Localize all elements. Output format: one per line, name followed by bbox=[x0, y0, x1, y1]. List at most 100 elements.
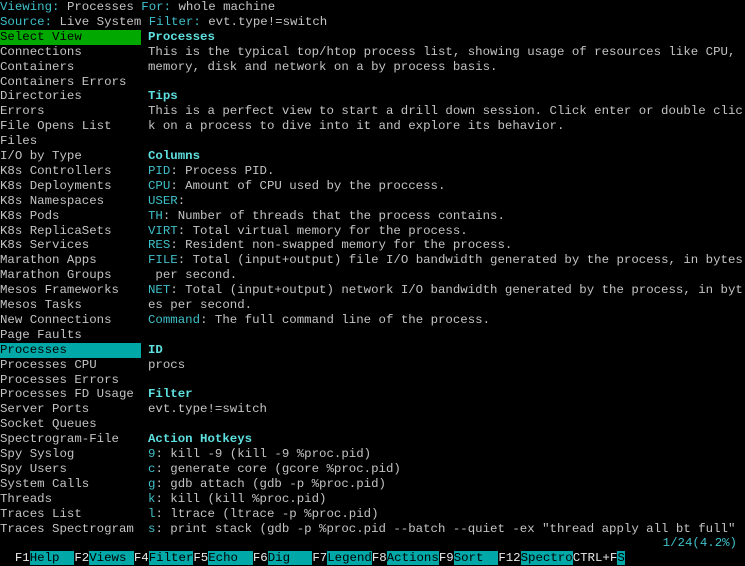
info-line: g: gdb attach (gdb -p %proc.pid) bbox=[148, 477, 386, 492]
info-key: VIRT bbox=[148, 223, 178, 238]
view-item-marathon-apps[interactable]: Marathon Apps bbox=[0, 253, 141, 268]
source-value: Live System bbox=[59, 14, 142, 29]
view-item-traces-list[interactable]: Traces List bbox=[0, 507, 141, 522]
info-line: c: generate core (gcore %proc.pid) bbox=[148, 462, 401, 477]
info-key: Command bbox=[148, 312, 201, 327]
view-item-system-calls[interactable]: System Calls bbox=[0, 477, 141, 492]
info-line: This is a perfect view to start a drill … bbox=[148, 104, 743, 119]
view-item-connections[interactable]: Connections bbox=[0, 45, 141, 60]
info-heading: Filter bbox=[148, 387, 193, 402]
view-item-traces-spectrogram[interactable]: Traces Spectrogram bbox=[0, 522, 141, 537]
info-key: CPU bbox=[148, 178, 171, 193]
info-text: : Total (input+output) network I/O bandw… bbox=[170, 283, 743, 298]
view-item-server-ports[interactable]: Server Ports bbox=[0, 402, 141, 417]
filter-label: Filter: bbox=[148, 14, 201, 29]
view-item-marathon-groups[interactable]: Marathon Groups bbox=[0, 268, 141, 283]
info-heading: ID bbox=[148, 342, 163, 357]
info-text: : Resident non-swapped memory for the pr… bbox=[170, 238, 513, 253]
fkey-key: F12 bbox=[498, 550, 521, 565]
fkey-dig-button[interactable]: F6Dig bbox=[252, 550, 313, 565]
fkey-key: CTRL+F bbox=[572, 550, 618, 565]
view-item-new-connections[interactable]: New Connections bbox=[0, 313, 141, 328]
info-line: per second. bbox=[148, 268, 237, 283]
fkey-key: F6 bbox=[252, 550, 268, 565]
info-line: k: kill (kill %proc.pid) bbox=[148, 492, 326, 507]
filter-value: evt.type!=switch bbox=[208, 14, 328, 29]
fkey-key: F9 bbox=[438, 550, 454, 565]
view-item-k8s-replicasets[interactable]: K8s ReplicaSets bbox=[0, 224, 141, 239]
view-item-processes-fd-usage[interactable]: Processes FD Usage bbox=[0, 387, 141, 402]
info-line: This is the typical top/htop process lis… bbox=[148, 45, 735, 60]
info-line: PID: Process PID. bbox=[148, 164, 274, 179]
view-item-containers[interactable]: Containers bbox=[0, 60, 141, 75]
view-item-mesos-tasks[interactable]: Mesos Tasks bbox=[0, 298, 141, 313]
fkey-sort-button[interactable]: F9Sort bbox=[438, 550, 499, 565]
fkey-label: Dig bbox=[267, 550, 313, 565]
info-text: : print stack (gdb -p %proc.pid --batch … bbox=[155, 521, 736, 536]
fkey-filter-button[interactable]: F4Filter bbox=[133, 550, 194, 565]
info-text: : kill (kill %proc.pid) bbox=[155, 491, 327, 506]
fkey-help-button[interactable]: F1Help bbox=[15, 550, 75, 565]
select-view-title: Select View bbox=[0, 29, 141, 45]
view-item-k8s-pods[interactable]: K8s Pods bbox=[0, 209, 141, 224]
view-item-spy-syslog[interactable]: Spy Syslog bbox=[0, 447, 141, 462]
view-item-page-faults[interactable]: Page Faults bbox=[0, 328, 141, 343]
info-text: : Amount of CPU used by the proccess. bbox=[170, 178, 446, 193]
view-item-processes-errors[interactable]: Processes Errors bbox=[0, 373, 141, 388]
info-key: PID bbox=[148, 163, 171, 178]
info-line: Command: The full command line of the pr… bbox=[148, 313, 490, 328]
fkey-legend-button[interactable]: F7Legend bbox=[312, 550, 372, 565]
info-line: s: print stack (gdb -p %proc.pid --batch… bbox=[148, 522, 735, 537]
info-key: USER bbox=[148, 193, 178, 208]
fkey-s-button[interactable]: CTRL+FS bbox=[572, 550, 625, 565]
view-item-i-o-by-type[interactable]: I/O by Type bbox=[0, 149, 141, 164]
fkey-views-button[interactable]: F2Views bbox=[74, 550, 134, 565]
info-text: : The full command line of the process. bbox=[200, 312, 491, 327]
view-item-processes[interactable]: Processes bbox=[0, 342, 141, 358]
view-item-files[interactable]: Files bbox=[0, 134, 141, 149]
view-item-spectrogram-file[interactable]: Spectrogram-File bbox=[0, 432, 141, 447]
info-text: : Total virtual memory for the process. bbox=[177, 223, 468, 238]
info-line: 9: kill -9 (kill -9 %proc.pid) bbox=[148, 447, 371, 462]
info-text: procs bbox=[148, 357, 186, 372]
info-text: : Process PID. bbox=[170, 163, 275, 178]
view-item-k8s-services[interactable]: K8s Services bbox=[0, 238, 141, 253]
info-line: VIRT: Total virtual memory for the proce… bbox=[148, 224, 468, 239]
view-item-spy-users[interactable]: Spy Users bbox=[0, 462, 141, 477]
info-text: : ltrace (ltrace -p %proc.pid) bbox=[155, 506, 379, 521]
view-item-file-opens-list[interactable]: File Opens List bbox=[0, 119, 141, 134]
fkey-label: Views bbox=[89, 550, 134, 565]
view-item-containers-errors[interactable]: Containers Errors bbox=[0, 75, 141, 90]
fkey-label: S bbox=[617, 550, 625, 565]
fkey-key: F2 bbox=[74, 550, 90, 565]
view-item-k8s-deployments[interactable]: K8s Deployments bbox=[0, 179, 141, 194]
info-line: NET: Total (input+output) network I/O ba… bbox=[148, 283, 743, 298]
info-line: l: ltrace (ltrace -p %proc.pid) bbox=[148, 507, 379, 522]
view-item-processes-cpu[interactable]: Processes CPU bbox=[0, 358, 141, 373]
info-line: TH: Number of threads that the process c… bbox=[148, 209, 505, 224]
view-item-k8s-namespaces[interactable]: K8s Namespaces bbox=[0, 194, 141, 209]
info-text: memory, disk and network on a by process… bbox=[148, 59, 498, 74]
fkey-label: Spectro bbox=[520, 550, 573, 565]
view-item-mesos-frameworks[interactable]: Mesos Frameworks bbox=[0, 283, 141, 298]
info-key: FILE bbox=[148, 253, 178, 268]
view-item-socket-queues[interactable]: Socket Queues bbox=[0, 417, 141, 432]
fkey-actions-button[interactable]: F8Actions bbox=[372, 550, 439, 565]
view-item-directories[interactable]: Directories bbox=[0, 89, 141, 104]
fkey-spectro-button[interactable]: F12Spectro bbox=[498, 550, 573, 565]
fkey-label: Help bbox=[29, 550, 75, 565]
fkey-key: F4 bbox=[133, 550, 149, 565]
info-heading: Processes bbox=[148, 29, 215, 44]
for-value: whole machine bbox=[178, 0, 276, 14]
header-source: Source: Live System Filter: evt.type!=sw… bbox=[0, 15, 327, 30]
info-key: RES bbox=[148, 238, 171, 253]
info-text: : generate core (gcore %proc.pid) bbox=[155, 461, 401, 476]
info-text: k on a process to dive into it and explo… bbox=[148, 119, 565, 134]
info-text: : kill -9 (kill -9 %proc.pid) bbox=[155, 447, 372, 461]
view-item-errors[interactable]: Errors bbox=[0, 104, 141, 119]
view-item-k8s-controllers[interactable]: K8s Controllers bbox=[0, 164, 141, 179]
fkey-key: F7 bbox=[312, 550, 328, 565]
fkey-echo-button[interactable]: F5Echo bbox=[193, 550, 253, 565]
view-item-threads[interactable]: Threads bbox=[0, 492, 141, 507]
info-text: per second. bbox=[148, 268, 238, 283]
